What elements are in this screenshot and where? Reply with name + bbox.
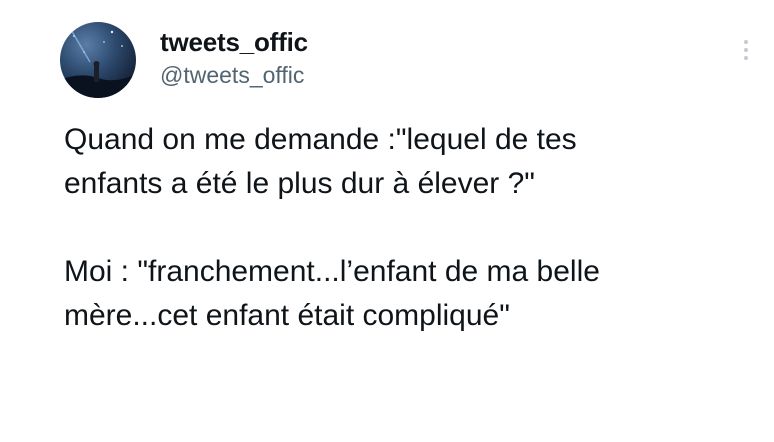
tweet-card: tweets_offic @tweets_offic Quand on me d…: [0, 0, 774, 442]
author-handle[interactable]: @tweets_offic: [160, 60, 308, 90]
tweet-text: Quand on me demande :"lequel de tes enfa…: [64, 118, 744, 338]
avatar-image: [60, 27, 136, 98]
author-display-name[interactable]: tweets_offic: [160, 26, 308, 58]
tweet-header: tweets_offic @tweets_offic: [160, 26, 308, 90]
more-vertical-icon[interactable]: [738, 40, 754, 68]
tweet-paragraph: Quand on me demande :"lequel de tes enfa…: [64, 123, 577, 200]
tweet-paragraph: Moi : "franchement...l’enfant de ma bell…: [64, 255, 600, 332]
avatar[interactable]: [60, 22, 136, 98]
